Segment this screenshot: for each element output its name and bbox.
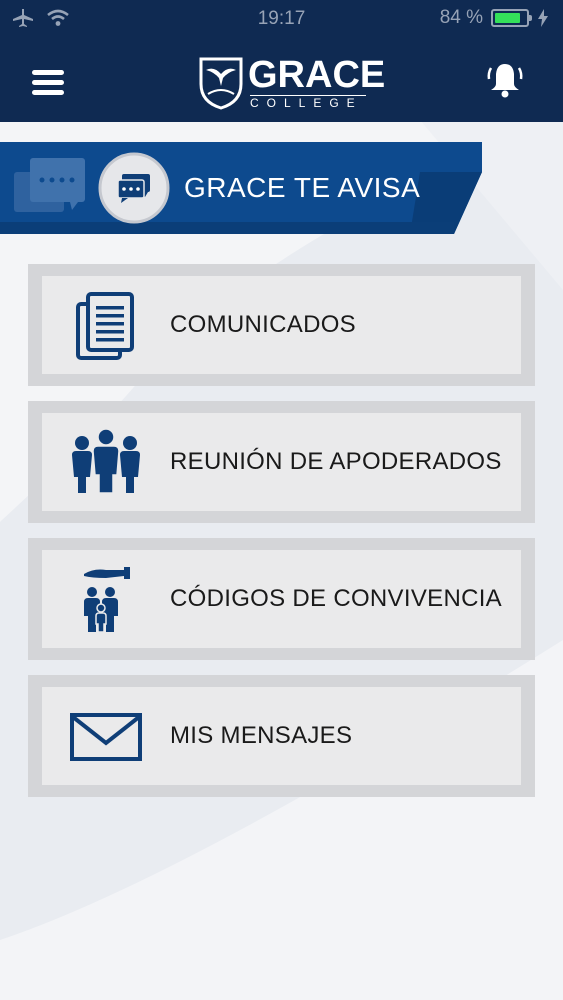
card-inner: MIS MENSAJES: [42, 687, 521, 785]
menu-item-label: MIS MENSAJES: [170, 722, 353, 749]
menu-item-label: REUNIÓN DE APODERADOS: [170, 448, 502, 475]
grace-college-logo: GRACE COLLEGE: [198, 54, 385, 112]
logo-subtitle: COLLEGE: [250, 95, 366, 111]
hamburger-line: [32, 90, 64, 95]
charging-icon: [538, 9, 548, 27]
menu-item-comunicados[interactable]: COMUNICADOS: [28, 264, 535, 386]
menu-item-label: COMUNICADOS: [170, 311, 356, 338]
hamburger-menu-button[interactable]: [32, 70, 64, 96]
bell-icon: [487, 64, 523, 98]
card-inner: COMUNICADOS: [42, 276, 521, 374]
menu-item-reunion-apoderados[interactable]: REUNIÓN DE APODERADOS: [28, 401, 535, 523]
envelope-icon: [70, 713, 142, 761]
card-inner: CÓDIGOS DE CONVIVENCIA: [42, 550, 521, 648]
hamburger-icon: [32, 70, 64, 75]
logo-word: GRACE: [248, 54, 386, 96]
documents-icon: [76, 292, 134, 360]
banner-title: GRACE TE AVISA: [184, 172, 421, 203]
family-protection-icon: [84, 567, 130, 633]
menu-item-codigos-convivencia[interactable]: CÓDIGOS DE CONVIVENCIA: [28, 538, 535, 660]
status-bar: 19:17 84 %: [0, 0, 563, 38]
people-group-icon: [72, 428, 140, 494]
battery-icon: [491, 9, 532, 27]
status-right: 84 %: [440, 7, 549, 29]
app-header: 19:17 84 % GRACE COLLEGE: [0, 0, 563, 122]
notifications-button[interactable]: [485, 60, 525, 100]
card-inner: REUNIÓN DE APODERADOS: [42, 413, 521, 511]
menu-item-label: CÓDIGOS DE CONVIVENCIA: [170, 585, 502, 612]
menu-item-mis-mensajes[interactable]: MIS MENSAJES: [28, 675, 535, 797]
shield-crest-icon: [199, 57, 243, 110]
battery-fill: [495, 13, 521, 23]
battery-percent: 84 %: [439, 7, 483, 28]
hamburger-line: [32, 80, 64, 85]
